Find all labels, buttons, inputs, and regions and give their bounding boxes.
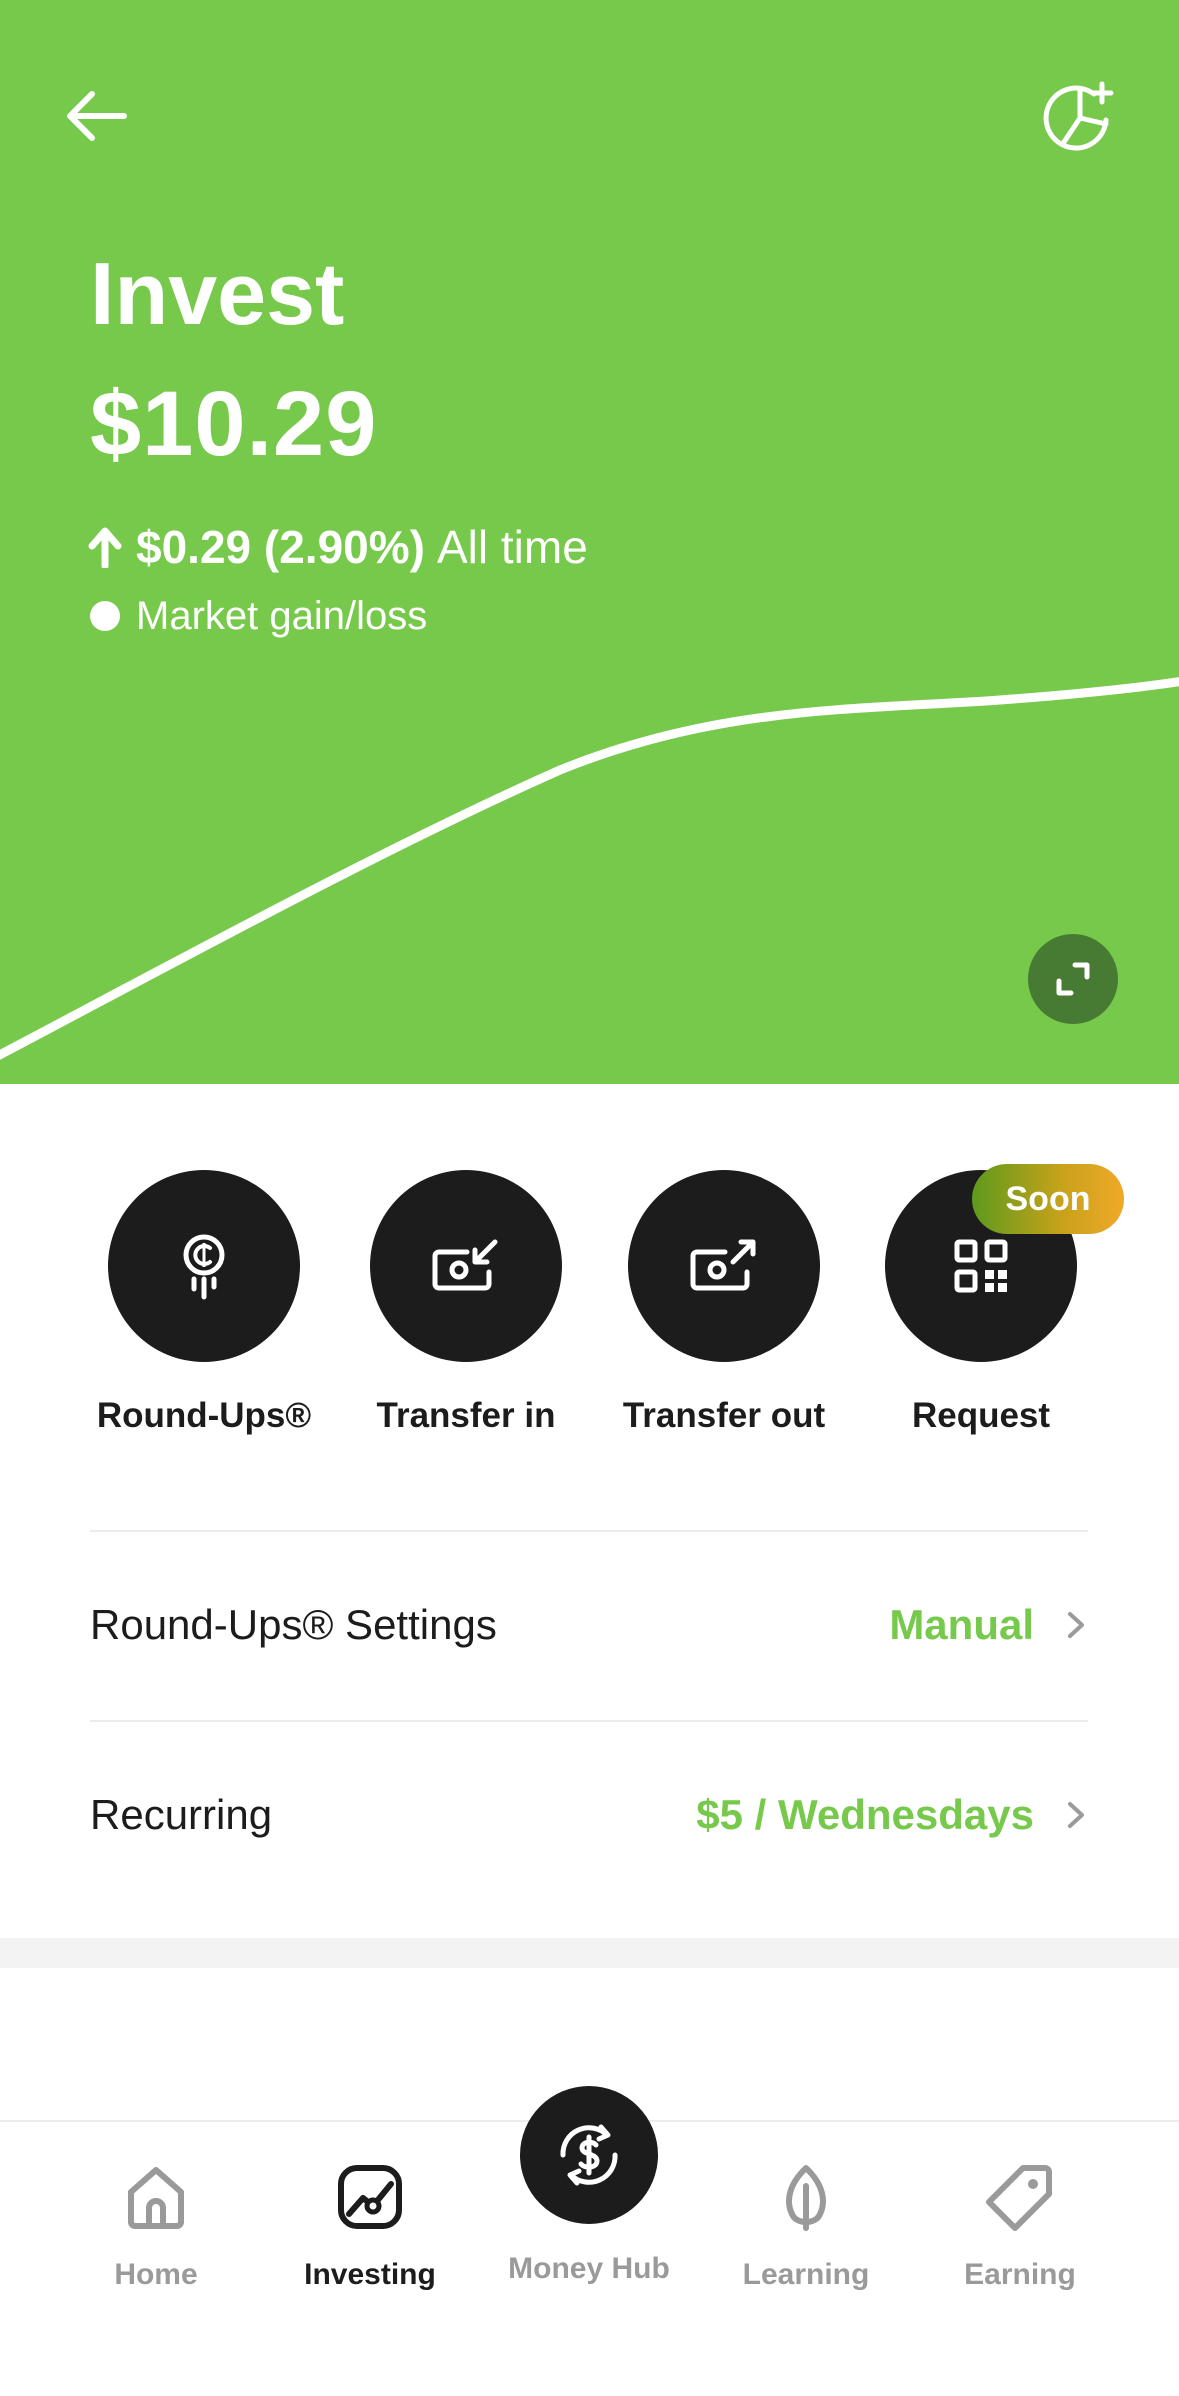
round-ups-label: Round-Ups®: [96, 1396, 312, 1435]
arrow-left-icon: [67, 91, 127, 141]
tab-earning-label: Earning: [964, 2258, 1076, 2291]
expand-icon: [1056, 962, 1090, 996]
hero-section: Invest $10.29 $0.29 (2.90%) All time Mar…: [0, 0, 1179, 1084]
legend-dot: [90, 601, 120, 631]
round-ups-button[interactable]: [108, 1170, 300, 1362]
recurring-label: Recurring: [90, 1791, 273, 1838]
investing-icon: [338, 2165, 402, 2229]
transfer-in-action[interactable]: Transfer in: [346, 1170, 586, 1436]
gain-summary: $0.29 (2.90%) All time: [88, 524, 588, 570]
round-ups-coin-icon: [183, 1234, 225, 1300]
tab-learning[interactable]: Learning: [706, 2162, 906, 2292]
transfer-out-action[interactable]: Transfer out: [604, 1170, 844, 1436]
transfer-in-label: Transfer in: [376, 1396, 556, 1435]
arrow-up-icon: [88, 527, 122, 568]
round-ups-settings-label: Round-Ups® Settings: [90, 1601, 497, 1648]
tab-home[interactable]: Home: [56, 2162, 256, 2292]
chevron-right-icon: [1068, 1802, 1084, 1828]
portfolio-add-icon: [1043, 81, 1114, 151]
transfer-in-button[interactable]: [370, 1170, 562, 1362]
gain-period: All time: [436, 521, 588, 573]
round-ups-action[interactable]: Round-Ups®: [84, 1170, 324, 1436]
tab-earning[interactable]: Earning: [920, 2162, 1120, 2292]
chart-legend: Market gain/loss: [90, 596, 427, 636]
page-title: Invest: [90, 244, 345, 343]
back-button[interactable]: [58, 84, 134, 148]
tab-investing-label: Investing: [304, 2258, 436, 2291]
recurring-row[interactable]: Recurring $5 / Wednesdays: [90, 1720, 1088, 1910]
dollar-sync-icon: [560, 2124, 618, 2186]
tab-investing[interactable]: Investing: [270, 2162, 470, 2292]
tab-home-label: Home: [114, 2258, 198, 2291]
transfer-out-icon: [690, 1239, 756, 1291]
qr-code-icon: [954, 1239, 1008, 1293]
chevron-right-icon: [1068, 1612, 1084, 1638]
section-separator: [0, 1938, 1179, 1968]
transfer-in-icon: [432, 1239, 498, 1291]
tag-icon: [986, 2165, 1052, 2231]
round-ups-settings-value: Manual: [889, 1601, 1034, 1648]
tab-money-hub-label: Money Hub: [508, 2252, 670, 2285]
gain-amount: $0.29 (2.90%): [136, 521, 425, 573]
home-icon: [128, 2167, 184, 2229]
transfer-out-button[interactable]: [628, 1170, 820, 1362]
request-label: Request: [911, 1396, 1051, 1435]
money-hub-button[interactable]: [520, 2086, 658, 2224]
tab-learning-label: Learning: [742, 2258, 870, 2291]
soon-badge: Soon: [972, 1164, 1124, 1234]
legend-label: Market gain/loss: [136, 594, 428, 638]
account-balance: $10.29: [90, 373, 378, 475]
recurring-value: $5 / Wednesdays: [696, 1791, 1034, 1838]
leaf-icon: [786, 2165, 826, 2231]
add-portfolio-button[interactable]: [1042, 80, 1118, 156]
performance-line: [0, 677, 1179, 1060]
round-ups-settings-row[interactable]: Round-Ups® Settings Manual: [90, 1530, 1088, 1720]
expand-chart-button[interactable]: [1028, 934, 1118, 1024]
transfer-out-label: Transfer out: [622, 1396, 826, 1435]
tab-money-hub[interactable]: Money Hub: [489, 2086, 689, 2286]
